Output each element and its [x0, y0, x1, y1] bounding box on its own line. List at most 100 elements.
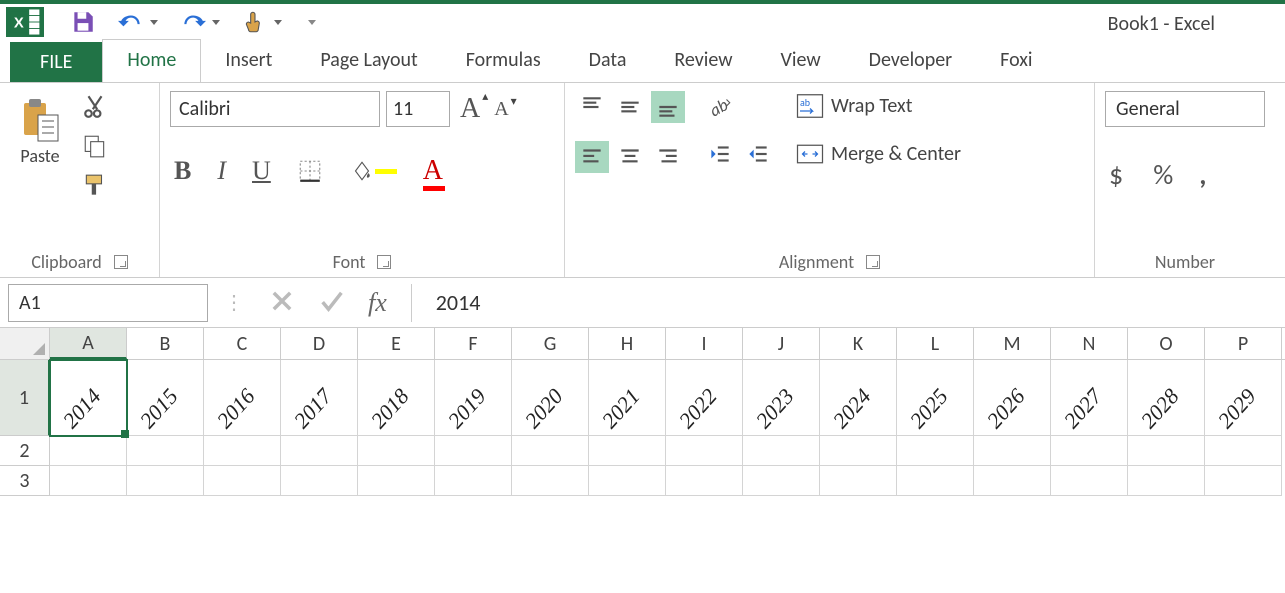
column-header-C[interactable]: C: [204, 328, 281, 359]
name-box[interactable]: A1: [8, 284, 208, 322]
cell-P3[interactable]: [1205, 466, 1282, 496]
cell-H3[interactable]: [589, 466, 666, 496]
bold-button[interactable]: B: [170, 154, 195, 188]
column-header-O[interactable]: O: [1128, 328, 1205, 359]
tab-file[interactable]: FILE: [10, 42, 102, 82]
column-header-E[interactable]: E: [358, 328, 435, 359]
cell-B1[interactable]: 2015: [127, 360, 204, 436]
column-header-B[interactable]: B: [127, 328, 204, 359]
wrap-text-button[interactable]: ab Wrap Text: [795, 91, 967, 121]
select-all-corner[interactable]: [0, 328, 50, 359]
cell-G2[interactable]: [512, 436, 589, 466]
orientation-button[interactable]: ab: [703, 91, 737, 121]
column-header-D[interactable]: D: [281, 328, 358, 359]
font-color-button[interactable]: A: [419, 153, 447, 189]
font-size-combo[interactable]: 11: [386, 91, 450, 127]
number-format-combo[interactable]: General: [1105, 91, 1265, 127]
alignment-dialog-launcher[interactable]: [866, 255, 880, 269]
cell-I2[interactable]: [666, 436, 743, 466]
cell-A3[interactable]: [50, 466, 127, 496]
tab-review[interactable]: Review: [650, 40, 756, 82]
merge-center-button[interactable]: Merge & Center: [795, 139, 967, 169]
underline-button[interactable]: U: [248, 154, 275, 188]
decrease-font-button[interactable]: A▾: [490, 96, 512, 123]
tab-data[interactable]: Data: [565, 40, 651, 82]
redo-button[interactable]: [176, 7, 224, 37]
format-painter-button[interactable]: [78, 171, 112, 201]
cell-K1[interactable]: 2024: [820, 360, 897, 436]
align-right-button[interactable]: [651, 141, 685, 173]
cell-G3[interactable]: [512, 466, 589, 496]
column-header-N[interactable]: N: [1051, 328, 1128, 359]
tab-home[interactable]: Home: [102, 39, 201, 82]
comma-format-button[interactable]: ,: [1195, 155, 1210, 194]
copy-button[interactable]: [78, 131, 112, 161]
cell-O3[interactable]: [1128, 466, 1205, 496]
cancel-formula-button[interactable]: [268, 287, 296, 319]
column-header-I[interactable]: I: [666, 328, 743, 359]
cell-B2[interactable]: [127, 436, 204, 466]
font-name-combo[interactable]: Calibri: [170, 91, 380, 127]
column-header-F[interactable]: F: [435, 328, 512, 359]
align-left-button[interactable]: [575, 141, 609, 173]
decrease-indent-button[interactable]: [703, 139, 737, 169]
increase-font-button[interactable]: A▴: [456, 91, 484, 127]
undo-button[interactable]: [114, 7, 162, 37]
column-header-P[interactable]: P: [1205, 328, 1282, 359]
paste-button[interactable]: Paste: [10, 91, 70, 173]
save-button[interactable]: [66, 7, 100, 37]
cell-K3[interactable]: [820, 466, 897, 496]
cell-M2[interactable]: [974, 436, 1051, 466]
clipboard-dialog-launcher[interactable]: [114, 255, 128, 269]
column-header-J[interactable]: J: [743, 328, 820, 359]
tab-page-layout[interactable]: Page Layout: [296, 40, 441, 82]
cell-L3[interactable]: [897, 466, 974, 496]
accounting-format-button[interactable]: $: [1105, 155, 1131, 194]
tab-insert[interactable]: Insert: [201, 40, 296, 82]
cell-D2[interactable]: [281, 436, 358, 466]
font-dialog-launcher[interactable]: [377, 255, 391, 269]
cell-B3[interactable]: [127, 466, 204, 496]
cell-D3[interactable]: [281, 466, 358, 496]
cell-P2[interactable]: [1205, 436, 1282, 466]
fill-color-button[interactable]: [345, 156, 401, 186]
cell-J3[interactable]: [743, 466, 820, 496]
column-header-M[interactable]: M: [974, 328, 1051, 359]
cut-button[interactable]: [78, 91, 112, 121]
cell-G1[interactable]: 2020: [512, 360, 589, 436]
column-header-A[interactable]: A: [50, 328, 127, 359]
tab-formulas[interactable]: Formulas: [442, 40, 565, 82]
cell-K2[interactable]: [820, 436, 897, 466]
cell-L1[interactable]: 2025: [897, 360, 974, 436]
cell-O2[interactable]: [1128, 436, 1205, 466]
cell-H1[interactable]: 2021: [589, 360, 666, 436]
cell-F1[interactable]: 2019: [435, 360, 512, 436]
cell-P1[interactable]: 2029: [1205, 360, 1282, 436]
column-header-H[interactable]: H: [589, 328, 666, 359]
tab-developer[interactable]: Developer: [845, 40, 977, 82]
column-header-L[interactable]: L: [897, 328, 974, 359]
cell-E2[interactable]: [358, 436, 435, 466]
cell-I3[interactable]: [666, 466, 743, 496]
cell-E1[interactable]: 2018: [358, 360, 435, 436]
customize-qat-button[interactable]: [300, 18, 320, 27]
align-center-button[interactable]: [613, 141, 647, 173]
italic-button[interactable]: I: [213, 154, 230, 188]
cell-A1[interactable]: 2014: [50, 360, 127, 436]
align-top-button[interactable]: [575, 91, 609, 123]
cell-J2[interactable]: [743, 436, 820, 466]
cell-I1[interactable]: 2022: [666, 360, 743, 436]
cell-N1[interactable]: 2027: [1051, 360, 1128, 436]
align-middle-button[interactable]: [613, 91, 647, 123]
cell-C1[interactable]: 2016: [204, 360, 281, 436]
increase-indent-button[interactable]: [741, 139, 775, 169]
row-header-3[interactable]: 3: [0, 466, 50, 496]
cell-M1[interactable]: 2026: [974, 360, 1051, 436]
percent-format-button[interactable]: %: [1149, 155, 1177, 194]
cell-N2[interactable]: [1051, 436, 1128, 466]
cell-O1[interactable]: 2028: [1128, 360, 1205, 436]
column-header-G[interactable]: G: [512, 328, 589, 359]
row-header-1[interactable]: 1: [0, 360, 50, 436]
cell-H2[interactable]: [589, 436, 666, 466]
cell-N3[interactable]: [1051, 466, 1128, 496]
